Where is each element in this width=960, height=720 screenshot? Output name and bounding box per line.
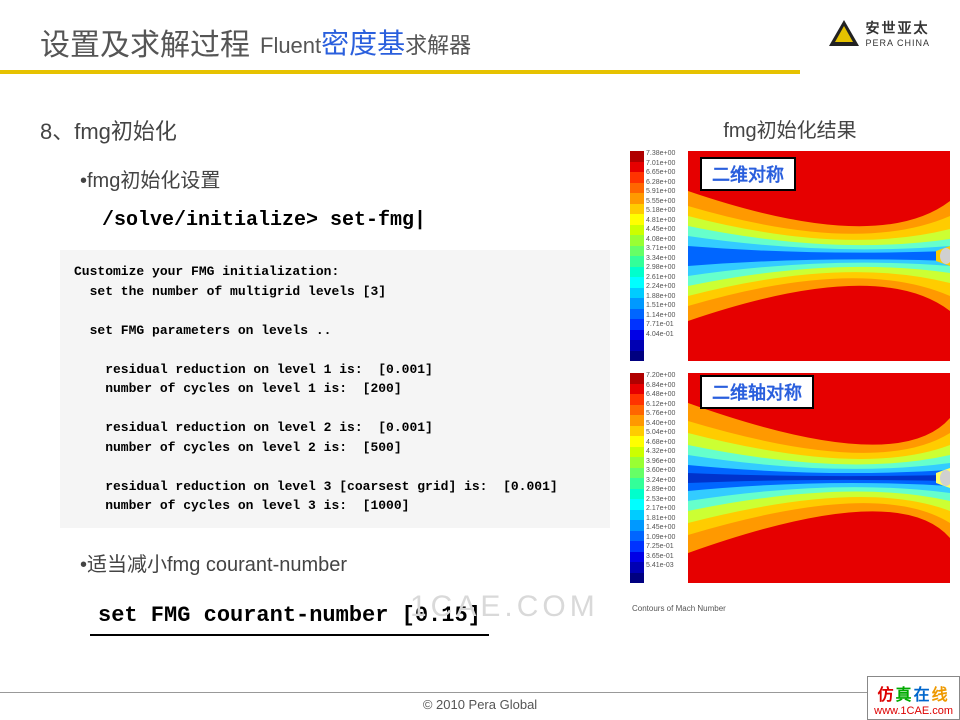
command-box-2: set FMG courant-number [0.15] <box>90 597 489 636</box>
logo: 安世亚太 PERA CHINA <box>829 18 930 48</box>
command-box-1: /solve/initialize> set-fmg| <box>90 201 438 240</box>
section-number: 8、fmg初始化 <box>40 114 610 146</box>
corner-char-4: 线 <box>932 687 950 704</box>
result-title: fmg初始化结果 <box>630 114 950 143</box>
right-column: fmg初始化结果 7.38e+007.01e+006.65e+006.28e+0… <box>630 114 950 636</box>
content: 8、fmg初始化 •fmg初始化设置 /solve/initialize> se… <box>0 74 960 636</box>
colorbar-values-1: 7.38e+007.01e+006.65e+006.28e+005.91e+00… <box>646 149 675 339</box>
bullet-fmg-setting: •fmg初始化设置 <box>80 164 610 193</box>
plot-label-2: 二维轴对称 <box>700 375 814 409</box>
plot-caption: Contours of Mach Number <box>632 604 726 613</box>
corner-char-1: 仿 <box>878 687 896 704</box>
title-sub: Fluent密度基求解器 <box>260 22 471 62</box>
corner-badge: 仿真在线 www.1CAE.com <box>867 676 960 720</box>
logo-text-cn: 安世亚太 <box>865 18 930 38</box>
plot-area: 7.38e+007.01e+006.65e+006.28e+005.91e+00… <box>630 147 950 617</box>
colorbar-2 <box>630 373 644 583</box>
title-sub-suffix: 求解器 <box>405 33 471 58</box>
title-sub-blue: 密度基 <box>321 28 405 59</box>
plot-label-1: 二维对称 <box>700 157 796 191</box>
colorbar-1 <box>630 151 644 361</box>
corner-char-2: 真 <box>896 687 914 704</box>
footer-copyright: © 2010 Pera Global <box>0 692 960 712</box>
logo-icon <box>829 20 859 46</box>
left-column: 8、fmg初始化 •fmg初始化设置 /solve/initialize> se… <box>40 114 610 636</box>
corner-url: www.1CAE.com <box>874 705 953 717</box>
colorbar-values-2: 7.20e+006.84e+006.48e+006.12e+005.76e+00… <box>646 371 675 571</box>
code-block: Customize your FMG initialization: set t… <box>60 250 610 528</box>
corner-char-3: 在 <box>914 687 932 704</box>
bullet-courant: •适当减小fmg courant-number <box>80 548 610 577</box>
title-main: 设置及求解过程 <box>40 20 250 64</box>
logo-text-en: PERA CHINA <box>865 38 930 48</box>
title-sub-prefix: Fluent <box>260 33 321 58</box>
title-bar: 设置及求解过程 Fluent密度基求解器 <box>0 0 960 64</box>
